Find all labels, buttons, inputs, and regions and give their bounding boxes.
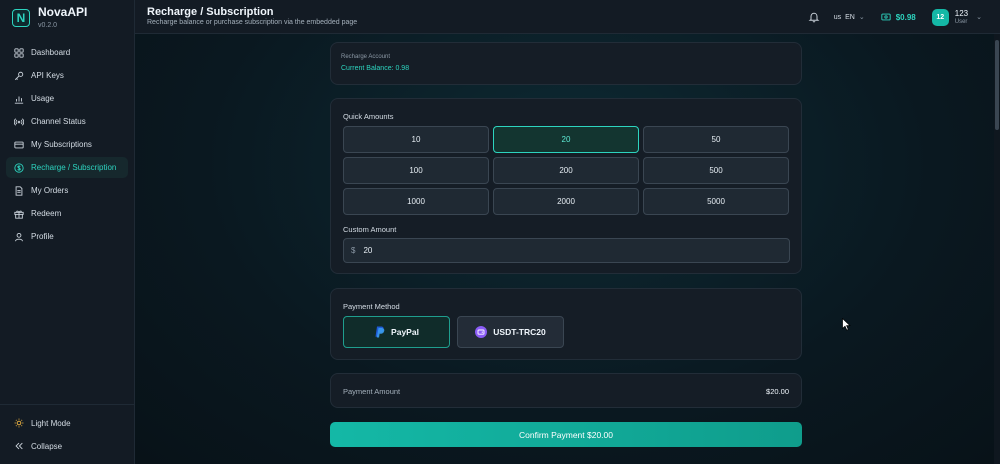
language-code: EN — [845, 13, 855, 21]
payment-method-label: Payment Method — [343, 302, 400, 311]
sidebar: N NovaAPI v0.2.0 Dashboard API Keys Usag… — [0, 0, 135, 464]
gift-icon — [14, 210, 24, 219]
quick-amounts-label: Quick Amounts — [343, 112, 394, 121]
bar-chart-icon — [14, 96, 24, 104]
collapse-button[interactable]: Collapse — [6, 435, 129, 457]
sidebar-item-label: Profile — [31, 232, 54, 241]
confirm-payment-button[interactable]: Confirm Payment $20.00 — [330, 422, 802, 447]
custom-amount-field[interactable]: $ — [343, 238, 790, 263]
top-header: Recharge / Subscription Recharge balance… — [135, 0, 1000, 34]
recharge-account-card: Recharge Account Current Balance: 0.98 — [330, 42, 802, 85]
dollar-circle-icon — [14, 162, 24, 173]
sidebar-item-label: Redeem — [31, 209, 62, 218]
sidebar-item-label: My Subscriptions — [31, 140, 92, 149]
key-icon — [14, 71, 24, 80]
balance-indicator[interactable]: $0.98 — [881, 12, 916, 22]
sidebar-item-redeem[interactable]: Redeem — [6, 203, 128, 224]
sidebar-item-my-orders[interactable]: My Orders — [6, 180, 128, 201]
collapse-label: Collapse — [31, 441, 63, 451]
scrollbar-thumb[interactable] — [995, 40, 999, 130]
paypal-label: PayPal — [391, 327, 419, 337]
sidebar-item-channel-status[interactable]: Channel Status — [6, 111, 128, 132]
custom-amount-input[interactable] — [363, 246, 764, 255]
page-subtitle: Recharge balance or purchase subscriptio… — [147, 19, 358, 26]
wallet-icon — [881, 13, 891, 21]
sidebar-item-label: Dashboard — [31, 48, 71, 57]
broadcast-icon — [14, 117, 24, 126]
amount-option[interactable]: 500 — [643, 157, 789, 184]
light-mode-toggle[interactable]: Light Mode — [6, 412, 129, 434]
payment-amount-label: Payment Amount — [343, 387, 401, 396]
amount-option[interactable]: 2000 — [493, 188, 639, 215]
recharge-account-label: Recharge Account — [341, 54, 391, 60]
chevrons-left-icon — [15, 442, 23, 450]
bell-icon[interactable] — [808, 11, 820, 23]
current-balance: Current Balance: 0.98 — [341, 65, 410, 72]
amount-option[interactable]: 1000 — [343, 188, 489, 215]
currency-symbol: $ — [351, 246, 356, 255]
main-content: Recharge Account Current Balance: 0.98 Q… — [135, 34, 1000, 464]
amount-option-selected[interactable]: 20 — [493, 126, 639, 153]
paypal-button[interactable]: PayPal — [343, 316, 450, 348]
amount-option[interactable]: 10 — [343, 126, 489, 153]
payment-summary-card: Payment Amount $20.00 — [330, 373, 802, 408]
logo-icon: N — [12, 9, 30, 27]
sidebar-item-label: Usage — [31, 94, 55, 103]
sidebar-footer: Light Mode Collapse — [0, 404, 135, 464]
language-selector[interactable]: us EN ⌄ — [833, 13, 865, 22]
sidebar-item-dashboard[interactable]: Dashboard — [6, 42, 128, 63]
wallet-icon — [475, 326, 488, 338]
sidebar-item-label: API Keys — [31, 71, 64, 80]
brand-version: v0.2.0 — [38, 21, 58, 29]
user-menu[interactable]: 12 123 User ⌄ — [931, 8, 982, 26]
sidebar-item-usage[interactable]: Usage — [6, 88, 128, 109]
sun-icon — [14, 418, 24, 428]
user-icon — [15, 232, 23, 241]
light-mode-label: Light Mode — [31, 418, 71, 428]
page-title: Recharge / Subscription — [147, 6, 274, 18]
sidebar-item-profile[interactable]: Profile — [6, 226, 128, 247]
sidebar-item-recharge[interactable]: Recharge / Subscription — [6, 157, 128, 178]
amount-option[interactable]: 100 — [343, 157, 489, 184]
payment-method-card: Payment Method PayPal USDT-TRC20 — [330, 288, 802, 360]
amount-card: Quick Amounts 10 20 50 100 200 500 1000 … — [330, 98, 802, 274]
payment-amount-value: $20.00 — [766, 387, 789, 396]
grid-icon — [14, 47, 24, 58]
sidebar-item-label: Recharge / Subscription — [31, 163, 117, 172]
usdt-label: USDT-TRC20 — [493, 327, 546, 337]
custom-amount-label: Custom Amount — [343, 225, 397, 234]
scrollbar[interactable] — [994, 34, 1000, 464]
flag-icon: us — [833, 13, 842, 21]
avatar: 12 — [931, 8, 949, 26]
brand-name: NovaAPI — [38, 4, 88, 19]
document-icon — [15, 185, 23, 196]
sidebar-item-api-keys[interactable]: API Keys — [6, 65, 128, 86]
chevron-down-icon: ⌄ — [976, 14, 982, 21]
brand[interactable]: N NovaAPI v0.2.0 — [0, 0, 134, 36]
balance-value: $0.98 — [895, 12, 916, 22]
amount-option[interactable]: 50 — [643, 126, 789, 153]
sidebar-item-label: Channel Status — [31, 117, 86, 126]
sidebar-item-my-subscriptions[interactable]: My Subscriptions — [6, 134, 128, 155]
usdt-button[interactable]: USDT-TRC20 — [457, 316, 564, 348]
chevron-down-icon: ⌄ — [858, 14, 865, 21]
user-role: User — [954, 18, 968, 25]
paypal-icon — [375, 326, 385, 338]
mouse-cursor-icon — [842, 318, 851, 331]
card-icon — [14, 141, 24, 148]
sidebar-item-label: My Orders — [31, 186, 69, 195]
amount-option[interactable]: 5000 — [643, 188, 789, 215]
sidebar-nav: Dashboard API Keys Usage Channel Status … — [0, 42, 134, 247]
amount-option[interactable]: 200 — [493, 157, 639, 184]
user-name: 123 — [954, 8, 969, 18]
